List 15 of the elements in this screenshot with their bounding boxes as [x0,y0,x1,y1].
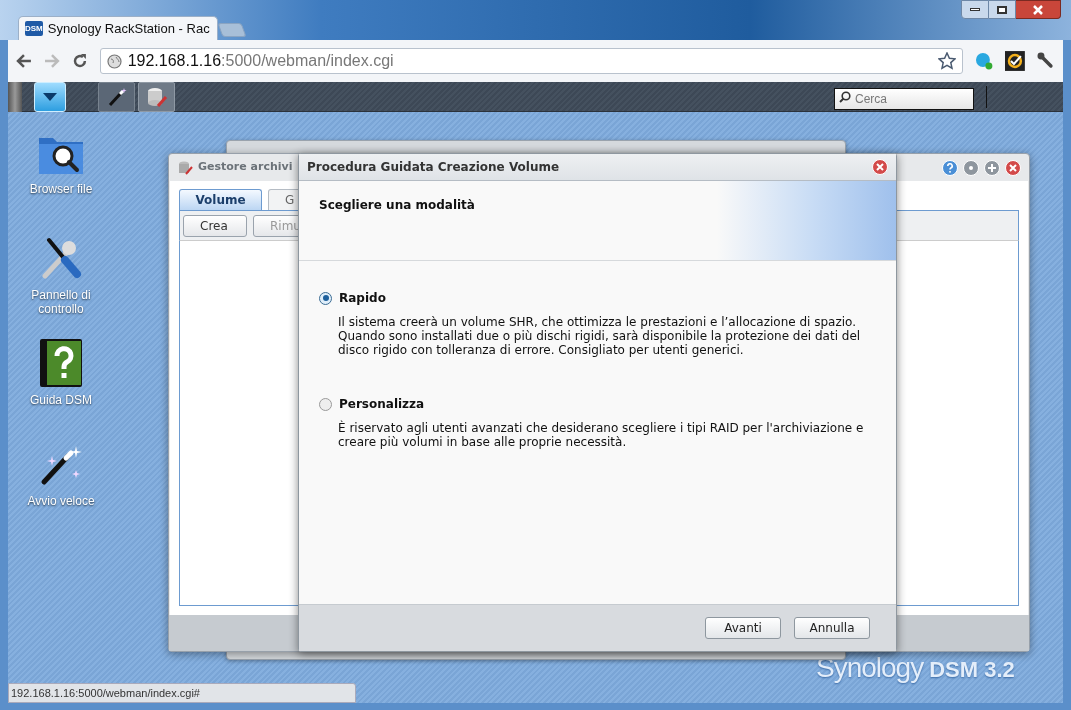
tab-title: Synology RackStation - Rac [47,19,210,38]
status-url: 192.168.1.16:5000/webman/index.cgi# [8,683,356,703]
favicon: DSM [25,21,43,36]
shortcut-label: Guida DSM [30,393,92,407]
shortcut-label: Avvio veloce [27,494,95,508]
option-description: Il sistema creerà un volume SHR, che ottimizza le prestazioni e l’allocazione di spazio. Quando sono installati due o più dischi rigidi, sarà disponibile la protezione dei dati del disco rigido con tolleranza di errore. Consigliato per utenti generici. [338,315,862,357]
window-title: Gestore archivi [198,159,293,176]
logo-brand: Synology [816,651,924,685]
url-text: 192.168.1.16:5000/webman/index.cgi [127,51,394,71]
step-heading: Scegliere una modalità [319,198,475,212]
dialog-title: Procedura Guidata Creazione Volume [307,159,560,176]
option-description: È riservato agli utenti avanzati che desiderano scegliere i tipi RAID per l'archiviazione e creare più volumi in base alle proprie necessità. [338,421,865,449]
shortcut-label: Browser file [29,182,93,196]
shortcut-label: Pannello di controllo [30,288,92,316]
logo-product: DSM 3.2 [929,656,1015,684]
